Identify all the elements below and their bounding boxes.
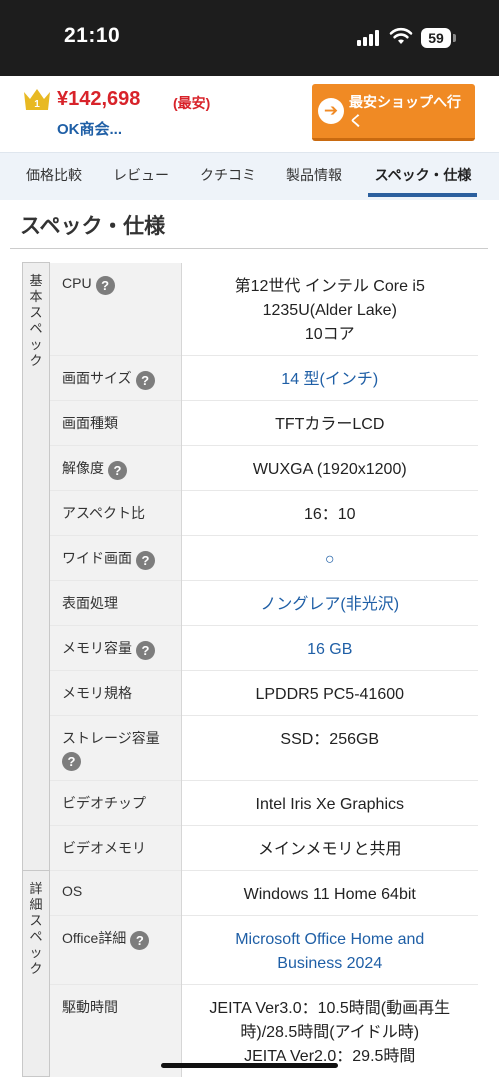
spec-value: WUXGA (1920x1200) — [181, 444, 478, 490]
spec-label-text: CPU — [62, 274, 92, 291]
arrow-right-icon: ➔ — [318, 98, 344, 124]
spec-row: 詳細スペック OS Windows 11 Home 64bit — [22, 869, 478, 1077]
spec-value: Windows 11 Home 64bit — [181, 869, 478, 915]
spec-label: ビデオメモリ — [49, 824, 182, 870]
spec-row: メモリ容量? 16 GB — [23, 624, 478, 670]
spec-value: メインメモリと共用 — [181, 824, 478, 870]
spec-value: 第12世代 インテル Core i5 1235U(Alder Lake) 10コア — [181, 262, 478, 355]
help-icon[interactable]: ? — [108, 460, 127, 480]
spec-label: アスペクト比 — [49, 489, 182, 535]
spec-label-text: アスペクト比 — [62, 504, 146, 521]
wifi-icon — [389, 27, 413, 44]
cellular-signal-icon — [357, 30, 383, 46]
spec-value-link[interactable]: ○ — [181, 534, 478, 580]
spec-label-text: ストレージ容量 — [62, 729, 160, 746]
spec-label-text: 画面サイズ — [62, 369, 132, 386]
spec-row: アスペクト比 16：10 — [23, 489, 478, 535]
price-header: 1 ¥142,698 (最安) OK商会... ➔ 最安ショップへ行く — [0, 76, 499, 152]
tab-kuchikomi[interactable]: クチコミ — [188, 153, 268, 200]
tab-price-comparison[interactable]: 価格比較 — [14, 153, 94, 200]
spec-row: ストレージ容量? SSD：256GB — [23, 714, 478, 780]
tab-product-info[interactable]: 製品情報 — [274, 153, 354, 200]
spec-value-link[interactable]: 16 GB — [181, 624, 478, 670]
shop-name-link[interactable]: OK商会... — [57, 118, 122, 139]
price-note: (最安) — [173, 95, 211, 111]
spec-label: メモリ容量? — [49, 624, 182, 670]
status-time: 21:10 — [64, 24, 121, 47]
section-divider — [10, 248, 488, 249]
lowest-price: ¥142,698 — [57, 88, 141, 110]
spec-label: ストレージ容量? — [49, 714, 182, 780]
spec-label: OS — [49, 869, 182, 915]
help-icon[interactable]: ? — [135, 370, 155, 390]
spec-label: Office詳細? — [49, 914, 182, 984]
spec-value: LPDDR5 PC5-41600 — [181, 669, 478, 715]
spec-row: ビデオメモリ メインメモリと共用 — [23, 824, 478, 870]
home-indicator — [161, 1063, 338, 1068]
tab-review[interactable]: レビュー — [101, 153, 181, 200]
status-bar: 21:10 59 — [0, 0, 499, 76]
spec-label-text: メモリ規格 — [62, 684, 132, 701]
spec-label-text: 駆動時間 — [62, 998, 118, 1015]
spec-value: 16：10 — [181, 489, 478, 535]
spec-label-text: 解像度 — [62, 459, 104, 476]
spec-label: 画面種類 — [49, 399, 182, 445]
spec-value: Intel Iris Xe Graphics — [181, 779, 478, 825]
spec-row: 画面サイズ? 14 型(インチ) — [23, 354, 478, 400]
spec-value-link[interactable]: ノングレア(非光沢) — [181, 579, 478, 625]
spec-row: ワイド画面? ○ — [23, 534, 478, 580]
spec-table: 基本スペック CPU? 第12世代 インテル Core i5 1235U(Alder … — [22, 262, 478, 1077]
spec-label: 画面サイズ? — [49, 354, 182, 400]
spec-label: メモリ規格 — [49, 669, 182, 715]
spec-label: 解像度? — [49, 444, 182, 490]
spec-row: 表面処理 ノングレア(非光沢) — [23, 579, 478, 625]
help-icon[interactable]: ? — [62, 751, 81, 771]
crown-rank-icon: 1 — [24, 89, 50, 110]
spec-label-text: Office詳細 — [62, 929, 127, 946]
spec-label: 表面処理 — [49, 579, 182, 625]
spec-group-label: 詳細スペック — [22, 869, 50, 1077]
spec-label-text: ビデオチップ — [62, 794, 146, 811]
cheapest-shop-label: 最安ショップへ行く — [349, 94, 461, 129]
spec-label-text: 表面処理 — [62, 594, 118, 611]
spec-label: CPU? — [49, 262, 182, 355]
spec-label: ビデオチップ — [49, 779, 182, 825]
help-icon[interactable]: ? — [136, 550, 155, 570]
spec-value-link[interactable]: Microsoft Office Home and Business 2024 — [181, 914, 478, 984]
spec-value: TFTカラーLCD — [181, 399, 478, 445]
section-title: スペック・仕様 — [20, 215, 166, 238]
spec-row: 解像度? WUXGA (1920x1200) — [23, 444, 478, 490]
spec-label-text: 画面種類 — [62, 414, 118, 431]
spec-value: SSD：256GB — [181, 714, 478, 780]
spec-row: 基本スペック CPU? 第12世代 インテル Core i5 1235U(Alder … — [22, 262, 478, 871]
spec-row: Office詳細? Microsoft Office Home and Busine… — [23, 914, 478, 984]
spec-row: ビデオチップ Intel Iris Xe Graphics — [23, 779, 478, 825]
spec-label-text: OS — [62, 882, 83, 899]
spec-value-link[interactable]: 14 型(インチ) — [181, 354, 478, 400]
cheapest-shop-button[interactable]: ➔ 最安ショップへ行く — [312, 84, 475, 141]
battery-icon: 59 — [421, 28, 451, 48]
spec-group-label: 基本スペック — [22, 262, 50, 871]
active-tab-indicator — [368, 193, 477, 197]
spec-label-text: ビデオメモリ — [62, 839, 146, 856]
spec-row: メモリ規格 LPDDR5 PC5-41600 — [23, 669, 478, 715]
spec-row: 画面種類 TFTカラーLCD — [23, 399, 478, 445]
spec-label-text: ワイド画面 — [62, 549, 132, 566]
help-icon[interactable]: ? — [95, 275, 115, 295]
spec-label: ワイド画面? — [49, 534, 182, 580]
help-icon[interactable]: ? — [136, 640, 155, 660]
help-icon[interactable]: ? — [130, 930, 150, 950]
spec-label-text: メモリ容量 — [62, 639, 132, 656]
rank-number: 1 — [34, 99, 40, 110]
battery-tip — [453, 34, 456, 42]
